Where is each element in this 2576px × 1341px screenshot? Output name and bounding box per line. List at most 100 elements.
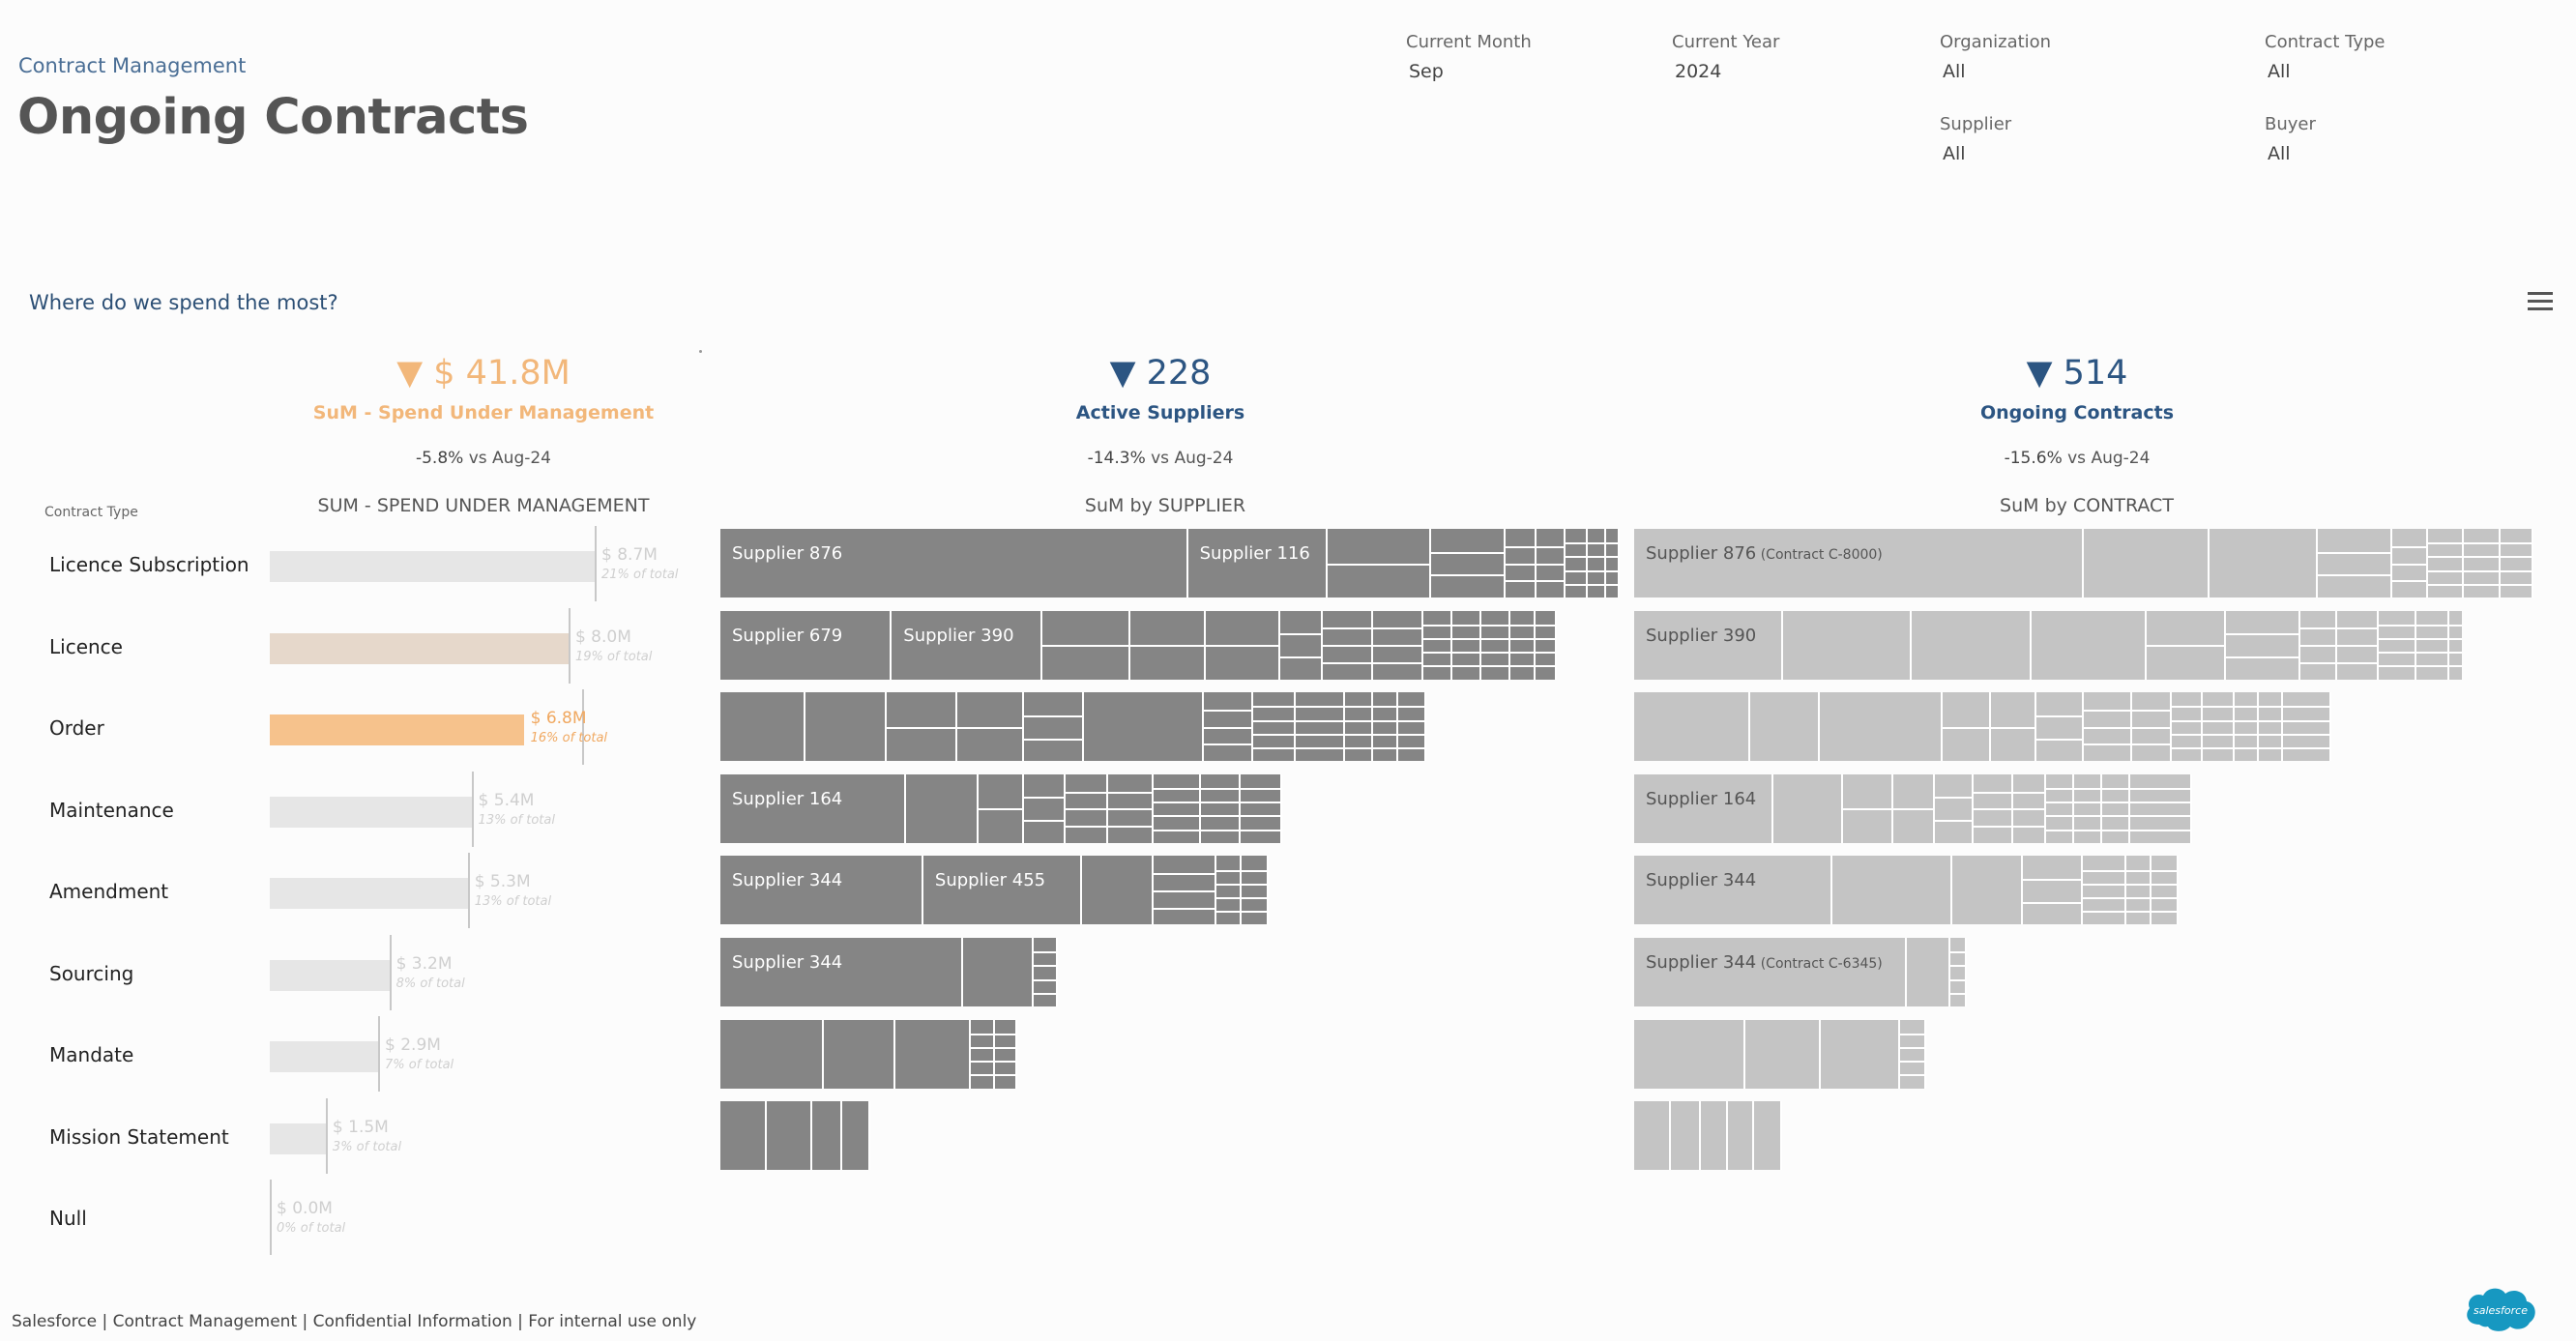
- spend-bar[interactable]: [270, 959, 390, 991]
- treemap-row[interactable]: Supplier 344 Supplier 455: [720, 856, 1270, 925]
- treemap-cell[interactable]: [1345, 692, 1374, 762]
- treemap-cell[interactable]: [2046, 773, 2074, 843]
- treemap-cell[interactable]: [1754, 1101, 1783, 1171]
- treemap-cell[interactable]: [2151, 856, 2179, 925]
- treemap-row[interactable]: [720, 692, 1427, 762]
- treemap-cell[interactable]: [971, 1019, 995, 1089]
- treemap-cell[interactable]: [841, 1101, 871, 1171]
- treemap-cell[interactable]: [1129, 610, 1206, 680]
- treemap-cell[interactable]: [2084, 529, 2210, 598]
- contract-type-label[interactable]: Licence Subscription: [49, 553, 249, 576]
- treemap-cell[interactable]: [1750, 692, 1821, 762]
- treemap-cell[interactable]: [1634, 1019, 1745, 1089]
- treemap-row[interactable]: [720, 1101, 871, 1171]
- treemap-cell[interactable]: [1327, 529, 1431, 598]
- treemap-cell[interactable]: [979, 773, 1024, 843]
- treemap-cell[interactable]: [811, 1101, 842, 1171]
- treemap-cell[interactable]: [1034, 938, 1058, 1006]
- treemap-cell[interactable]: [1783, 610, 1912, 680]
- spend-bar[interactable]: [270, 632, 569, 664]
- treemap-cell[interactable]: Supplier 164: [720, 773, 906, 843]
- treemap-cell[interactable]: [2073, 773, 2102, 843]
- treemap-cell[interactable]: [2299, 610, 2338, 680]
- treemap-cell[interactable]: [1727, 1101, 1755, 1171]
- treemap-cell[interactable]: [805, 692, 887, 762]
- treemap-cell[interactable]: [1153, 773, 1201, 843]
- filter-value[interactable]: 2024: [1672, 61, 1962, 82]
- treemap-cell[interactable]: [1634, 692, 1751, 762]
- treemap-cell[interactable]: Supplier 390: [1634, 610, 1783, 680]
- treemap-cell[interactable]: [2126, 856, 2152, 925]
- treemap-cell[interactable]: [1204, 692, 1254, 762]
- treemap-row[interactable]: [1634, 692, 2331, 762]
- treemap-cell[interactable]: [1671, 1101, 1702, 1171]
- treemap-cell[interactable]: [1372, 610, 1423, 680]
- treemap-cell[interactable]: [1974, 773, 2013, 843]
- treemap-cell[interactable]: [1820, 692, 1943, 762]
- treemap-row[interactable]: Supplier 390: [1634, 610, 2462, 680]
- treemap-cell[interactable]: [1295, 692, 1346, 762]
- treemap-cell[interactable]: [1744, 1019, 1822, 1089]
- treemap-cell[interactable]: [1397, 692, 1427, 762]
- treemap-row[interactable]: Supplier 876 Supplier 116: [720, 529, 1620, 598]
- spend-bar[interactable]: [270, 796, 472, 828]
- treemap-cell[interactable]: [1023, 692, 1084, 762]
- treemap-row[interactable]: [1634, 1019, 1927, 1089]
- treemap-row[interactable]: Supplier 876 (Contract C-8000): [1634, 529, 2533, 598]
- treemap-cell[interactable]: [1952, 856, 2024, 925]
- contract-type-label[interactable]: Amendment: [49, 880, 168, 903]
- filter-value[interactable]: All: [2265, 61, 2555, 82]
- filter-organization[interactable]: Organization All: [1940, 32, 2230, 82]
- treemap-cell[interactable]: [2035, 692, 2084, 762]
- treemap-cell[interactable]: [1422, 610, 1452, 680]
- treemap-cell[interactable]: [1322, 610, 1373, 680]
- treemap-row[interactable]: Supplier 344: [720, 938, 1058, 1006]
- treemap-cell[interactable]: [1832, 856, 1953, 925]
- treemap-cell[interactable]: [994, 1019, 1017, 1089]
- treemap-cell[interactable]: [2147, 610, 2226, 680]
- treemap-cell[interactable]: [1373, 692, 1398, 762]
- treemap-cell[interactable]: [720, 1019, 825, 1089]
- treemap-cell[interactable]: [2448, 610, 2462, 680]
- treemap-cell[interactable]: Supplier 116: [1187, 529, 1328, 598]
- treemap-cell[interactable]: [2101, 773, 2130, 843]
- treemap-cell[interactable]: Supplier 344 (Contract C-6345): [1634, 938, 1908, 1006]
- treemap-cell[interactable]: [1536, 610, 1557, 680]
- treemap-cell[interactable]: [2379, 610, 2416, 680]
- treemap-cell[interactable]: [1911, 610, 2032, 680]
- treemap-cell[interactable]: [2258, 692, 2283, 762]
- treemap-cell[interactable]: [2225, 610, 2300, 680]
- contract-type-label[interactable]: Null: [49, 1207, 87, 1230]
- treemap-cell[interactable]: Supplier 455: [922, 856, 1083, 925]
- treemap-cell[interactable]: [1253, 692, 1296, 762]
- treemap-cell[interactable]: Supplier 344: [720, 938, 964, 1006]
- treemap-cell[interactable]: [2283, 692, 2331, 762]
- treemap-cell[interactable]: [2337, 610, 2380, 680]
- contract-type-label[interactable]: Order: [49, 716, 104, 740]
- treemap-cell[interactable]: [2317, 529, 2392, 598]
- treemap-cell[interactable]: [1634, 1101, 1672, 1171]
- treemap-cell[interactable]: [1041, 610, 1130, 680]
- treemap-cell[interactable]: [1892, 773, 1935, 843]
- treemap-cell[interactable]: Supplier 164: [1634, 773, 1774, 843]
- treemap-cell[interactable]: [1510, 610, 1537, 680]
- treemap-cell[interactable]: [2132, 692, 2172, 762]
- treemap-cell[interactable]: [1241, 856, 1270, 925]
- hamburger-icon[interactable]: [2528, 292, 2553, 313]
- treemap-cell[interactable]: Supplier 344: [1634, 856, 1833, 925]
- contract-type-label[interactable]: Maintenance: [49, 799, 174, 822]
- filter-buyer[interactable]: Buyer All: [2265, 114, 2555, 164]
- treemap-cell[interactable]: [1082, 856, 1155, 925]
- treemap-cell[interactable]: [1481, 610, 1511, 680]
- treemap-cell[interactable]: [2023, 856, 2084, 925]
- contract-type-label[interactable]: Mission Statement: [49, 1125, 229, 1149]
- filter-value[interactable]: All: [1940, 61, 2230, 82]
- treemap-cell[interactable]: [2391, 529, 2429, 598]
- treemap-cell[interactable]: [2203, 692, 2235, 762]
- treemap-cell[interactable]: [1606, 529, 1620, 598]
- treemap-cell[interactable]: [1949, 938, 1968, 1006]
- treemap-cell[interactable]: [2500, 529, 2533, 598]
- treemap-cell[interactable]: [1537, 529, 1566, 598]
- spend-bar[interactable]: [270, 878, 468, 909]
- treemap-row[interactable]: Supplier 344: [1634, 856, 2179, 925]
